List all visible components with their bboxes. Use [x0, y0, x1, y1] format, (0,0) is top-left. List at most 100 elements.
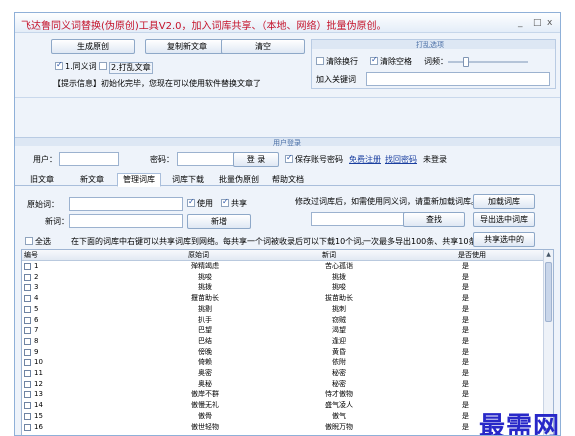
tab-library-download[interactable]: 词库下载	[167, 174, 209, 186]
clear-button[interactable]: 清空	[221, 39, 305, 54]
cell-original: 傲岸不群	[191, 390, 219, 399]
synonym-checkbox[interactable]	[55, 60, 63, 70]
cell-original: 奥秘	[198, 379, 212, 388]
select-all-label: 全选	[35, 237, 51, 246]
maximize-button[interactable]: □	[533, 18, 542, 28]
table-row[interactable]: 11 奥密 秘密 是	[22, 369, 544, 378]
table-row[interactable]: 15 傲骨 傲气 是	[22, 412, 544, 421]
row-checkbox[interactable]	[24, 380, 31, 388]
use-label: 使用	[197, 199, 213, 208]
close-button[interactable]: x	[547, 18, 552, 28]
cell-use: 是	[462, 401, 469, 410]
row-checkbox[interactable]	[24, 316, 31, 324]
clear-newline-label: 清除换行	[326, 57, 358, 66]
clear-space-label: 清除空格	[380, 57, 412, 66]
tab-manage-library[interactable]: 管理词库	[117, 173, 161, 187]
clear-space-checkbox[interactable]	[370, 55, 378, 65]
table-row[interactable]: 4 揠苗助长 拔苗助长 是	[22, 294, 544, 303]
table-row[interactable]: 10 倚赖 依附 是	[22, 358, 544, 367]
row-checkbox[interactable]	[24, 327, 31, 335]
row-checkbox[interactable]	[24, 402, 31, 410]
select-all-checkbox[interactable]	[25, 237, 33, 245]
cell-use: 是	[462, 347, 469, 356]
row-checkbox[interactable]	[24, 391, 31, 399]
frequency-slider[interactable]	[448, 57, 528, 67]
cell-use: 是	[462, 294, 469, 303]
table-row[interactable]: 14 傲慢无礼 盛气凌人 是	[22, 401, 544, 410]
row-checkbox[interactable]	[24, 412, 31, 420]
minimize-button[interactable]: _	[518, 18, 523, 28]
cell-new: 挑唆	[332, 283, 346, 292]
table-row[interactable]: 7 巴望 渴望 是	[22, 326, 544, 335]
row-checkbox[interactable]	[24, 295, 31, 303]
word-table: 编号 原始词 新词 是否使用 1 殚精竭虑 苦心孤诣是 2 挑唆 挑拨是 3 挑拨 挑唆是 4 揠苗…	[21, 249, 554, 435]
reload-library-button[interactable]: 加载词库	[473, 194, 535, 209]
row-checkbox[interactable]	[24, 348, 31, 356]
row-checkbox[interactable]	[24, 359, 31, 367]
cell-id: 14	[34, 401, 43, 410]
cell-original: 扒手	[198, 315, 212, 324]
tab-old-article[interactable]: 旧文章	[25, 174, 59, 186]
tab-batch[interactable]: 批量伪原创	[213, 174, 265, 186]
header-id: 编号	[24, 251, 38, 259]
table-row[interactable]: 9 傍晚 黄昏 是	[22, 348, 544, 357]
cell-new: 黄昏	[332, 347, 346, 356]
table-row[interactable]: 3 挑拨 挑唆 是	[22, 283, 544, 292]
search-input[interactable]	[311, 212, 415, 226]
cell-id: 8	[34, 336, 39, 345]
row-checkbox[interactable]	[24, 305, 31, 313]
original-word-input[interactable]	[69, 197, 183, 211]
row-checkbox[interactable]	[24, 284, 31, 292]
slider-thumb[interactable]	[462, 57, 469, 67]
export-selected-button[interactable]: 导出选中词库	[473, 212, 535, 227]
recover-password-link[interactable]: 找回密码	[385, 155, 417, 165]
user-input[interactable]	[59, 152, 119, 166]
use-checkbox[interactable]	[187, 197, 195, 207]
cell-use: 是	[462, 304, 469, 313]
table-row[interactable]: 16 傲世轻物 傲睨万物 是	[22, 423, 544, 432]
share-label: 共享	[231, 199, 247, 208]
cell-id: 15	[34, 411, 43, 420]
keyword-input[interactable]	[366, 72, 550, 86]
row-checkbox[interactable]	[24, 273, 31, 281]
cell-use: 是	[462, 315, 469, 324]
tab-new-article[interactable]: 新文章	[75, 174, 109, 186]
cell-original: 奥密	[198, 369, 212, 377]
cell-id: 16	[34, 422, 43, 431]
cell-id: 2	[34, 272, 39, 281]
scroll-thumb[interactable]	[545, 262, 552, 322]
table-row[interactable]: 13 傲岸不群 恃才傲物 是	[22, 390, 544, 399]
generate-button[interactable]: 生成原创	[51, 39, 135, 54]
cell-use: 是	[462, 272, 469, 281]
new-word-input[interactable]	[69, 214, 183, 228]
new-word-label: 新词：	[45, 217, 69, 226]
tab-help[interactable]: 帮助文档	[267, 174, 309, 186]
synonym-label: 1.同义词	[65, 62, 97, 71]
share-checkbox[interactable]	[221, 197, 229, 207]
scroll-up-icon[interactable]: ▲	[544, 250, 553, 260]
cell-id: 5	[34, 304, 39, 313]
row-checkbox[interactable]	[24, 423, 31, 431]
table-row[interactable]: 2 挑唆 挑拨 是	[22, 273, 544, 282]
table-row[interactable]: 12 奥秘 秘密 是	[22, 380, 544, 389]
clear-newline-checkbox[interactable]	[316, 57, 324, 65]
add-button[interactable]: 新增	[187, 214, 251, 229]
shuffle-checkbox[interactable]	[99, 62, 107, 70]
table-row[interactable]: 6 扒手 窃贼 是	[22, 316, 544, 325]
row-checkbox[interactable]	[24, 263, 31, 270]
row-checkbox[interactable]	[24, 370, 31, 377]
row-checkbox[interactable]	[24, 337, 31, 345]
table-row[interactable]: 5 挑剔 挑刺 是	[22, 305, 544, 314]
cell-new: 苦心孤诣	[325, 262, 353, 270]
table-row[interactable]: 8 巴结 逢迎 是	[22, 337, 544, 346]
search-button[interactable]: 查找	[403, 212, 465, 227]
table-row[interactable]: 1 殚精竭虑 苦心孤诣 是	[22, 262, 544, 271]
register-link[interactable]: 免费注册	[349, 155, 381, 165]
cell-original: 揠苗助长	[191, 294, 219, 303]
login-button[interactable]: 登 录	[233, 152, 279, 167]
save-password-checkbox[interactable]	[285, 153, 293, 163]
original-word-label: 原始词：	[27, 200, 59, 209]
cell-id: 12	[34, 379, 43, 388]
share-selected-button[interactable]: 共享选中的	[473, 232, 535, 247]
copy-article-button[interactable]: 复制新文章	[145, 39, 229, 54]
